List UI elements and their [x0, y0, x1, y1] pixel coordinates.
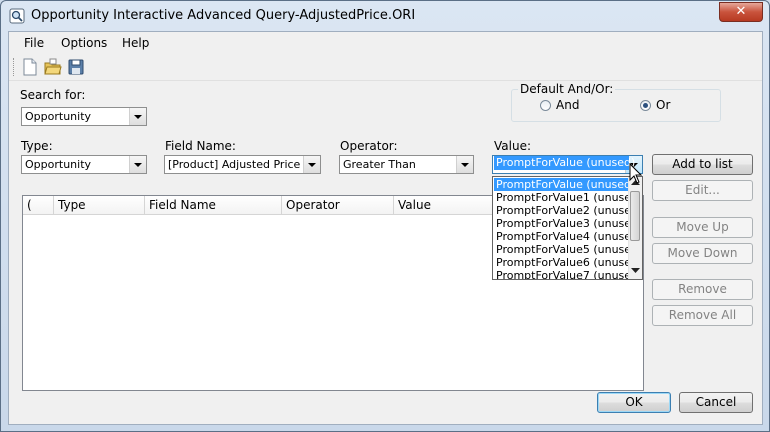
- column-header-type[interactable]: Type: [54, 196, 145, 214]
- chevron-down-icon: [129, 156, 146, 173]
- operator-label: Operator:: [340, 139, 398, 153]
- dropdown-scroll-thumb[interactable]: [630, 191, 640, 241]
- menu-help[interactable]: Help: [122, 36, 149, 50]
- column-header-paren[interactable]: (: [23, 196, 54, 214]
- type-select[interactable]: Opportunity: [21, 155, 147, 174]
- magnifier-app-icon: [9, 8, 25, 24]
- title-bar[interactable]: Opportunity Interactive Advanced Query-A…: [1, 1, 769, 31]
- or-radio[interactable]: [640, 100, 651, 111]
- type-value: Opportunity: [25, 158, 92, 171]
- mouse-cursor-icon: [629, 163, 643, 184]
- dropdown-option[interactable]: PromptForValue6 (unused): [494, 256, 642, 269]
- value-label: Value:: [494, 139, 531, 153]
- menu-options[interactable]: Options: [61, 36, 107, 50]
- dropdown-option[interactable]: PromptForValue (unused): [494, 178, 635, 191]
- menu-file[interactable]: File: [24, 36, 44, 50]
- cancel-button[interactable]: Cancel: [679, 392, 753, 413]
- dropdown-option[interactable]: PromptForValue7 (unused): [494, 269, 631, 279]
- and-radio[interactable]: [540, 100, 551, 111]
- move-down-button[interactable]: Move Down: [652, 243, 753, 264]
- remove-button[interactable]: Remove: [652, 279, 753, 300]
- dropdown-option[interactable]: PromptForValue3 (unused): [494, 217, 642, 230]
- scroll-down-arrow-icon[interactable]: [631, 268, 640, 274]
- and-radio-label[interactable]: And: [556, 98, 579, 112]
- close-button[interactable]: ✕: [719, 2, 763, 22]
- menu-bar: File Options Help: [9, 32, 762, 54]
- chevron-down-icon: [129, 108, 146, 125]
- open-folder-icon[interactable]: [44, 58, 62, 76]
- add-to-list-button[interactable]: Add to list: [652, 154, 753, 175]
- dropdown-option[interactable]: PromptForValue5 (unused): [494, 243, 642, 256]
- or-radio-label[interactable]: Or: [656, 98, 670, 112]
- column-header-operator[interactable]: Operator: [282, 196, 394, 214]
- field-name-value: [Product] Adjusted Price: [168, 158, 301, 171]
- new-document-icon[interactable]: [21, 58, 39, 76]
- save-disk-icon[interactable]: [67, 58, 85, 76]
- field-name-select[interactable]: [Product] Adjusted Price: [164, 155, 321, 174]
- default-and-or-label: Default And/Or:: [518, 82, 616, 96]
- query-dialog-window: Opportunity Interactive Advanced Query-A…: [0, 0, 770, 432]
- chevron-down-icon: [303, 156, 320, 173]
- search-for-label: Search for:: [20, 88, 86, 102]
- dropdown-scrollbar[interactable]: [628, 177, 642, 279]
- ok-button[interactable]: OK: [597, 392, 671, 413]
- dialog-client-area: File Options Help Search for: Opportunit…: [8, 31, 763, 425]
- type-label: Type:: [21, 139, 53, 153]
- search-for-select[interactable]: Opportunity: [21, 107, 147, 126]
- operator-value: Greater Than: [343, 158, 416, 171]
- value-select-current: PromptForValue (unused): [494, 156, 636, 170]
- search-for-value: Opportunity: [25, 110, 92, 123]
- column-header-field-name[interactable]: Field Name: [145, 196, 282, 214]
- remove-all-button[interactable]: Remove All: [652, 305, 753, 326]
- dropdown-option[interactable]: PromptForValue2 (unused): [494, 204, 642, 217]
- dropdown-option[interactable]: PromptForValue4 (unused): [494, 230, 642, 243]
- value-dropdown-list[interactable]: PromptForValue (unused) PromptForValue1 …: [492, 176, 643, 280]
- chevron-down-icon: [456, 156, 473, 173]
- dropdown-option[interactable]: PromptForValue1 (unused): [494, 191, 642, 204]
- toolbar-grip: [13, 58, 16, 76]
- window-title: Opportunity Interactive Advanced Query-A…: [31, 8, 416, 23]
- edit-button[interactable]: Edit...: [652, 180, 753, 201]
- toolbar: [9, 54, 762, 81]
- operator-select[interactable]: Greater Than: [339, 155, 474, 174]
- field-name-label: Field Name:: [165, 139, 236, 153]
- move-up-button[interactable]: Move Up: [652, 217, 753, 238]
